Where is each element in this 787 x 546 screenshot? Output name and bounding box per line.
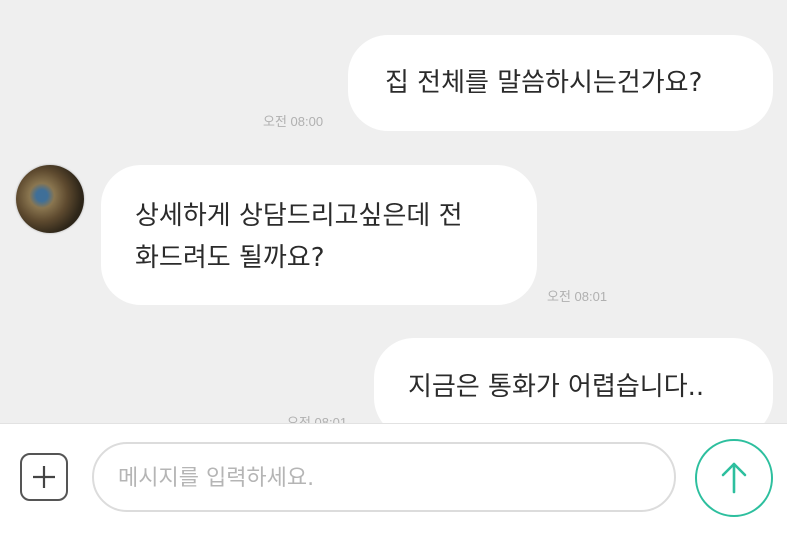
send-button[interactable] bbox=[695, 439, 773, 517]
message-time: 오전 08:00 bbox=[263, 114, 324, 129]
message-text-line: 화드려도 될까요? bbox=[135, 243, 325, 273]
composer-bar bbox=[0, 423, 787, 546]
message-bubble-sent[interactable]: 지금은 통화가 어렵습니다.. bbox=[374, 338, 773, 423]
avatar[interactable] bbox=[16, 165, 84, 233]
chat-area[interactable]: 오전 08:00 집 전체를 말씀하시는건가요? 상세하게 상담드리고싶은데 전… bbox=[0, 0, 787, 423]
message-time: 오전 08:01 bbox=[287, 415, 348, 423]
attach-button[interactable] bbox=[20, 453, 68, 501]
message-text: 지금은 통화가 어렵습니다.. bbox=[408, 372, 705, 402]
message-bubble-sent[interactable]: 집 전체를 말씀하시는건가요? bbox=[348, 35, 773, 131]
arrow-up-icon bbox=[721, 462, 747, 494]
message-input-container[interactable] bbox=[92, 442, 676, 512]
message-text: 집 전체를 말씀하시는건가요? bbox=[385, 68, 703, 98]
message-text-line: 상세하게 상담드리고싶은데 전 bbox=[135, 201, 463, 231]
message-time: 오전 08:01 bbox=[547, 289, 608, 304]
plus-icon bbox=[33, 466, 55, 488]
message-bubble-received[interactable]: 상세하게 상담드리고싶은데 전 화드려도 될까요? bbox=[101, 165, 537, 305]
message-input[interactable] bbox=[116, 444, 660, 512]
